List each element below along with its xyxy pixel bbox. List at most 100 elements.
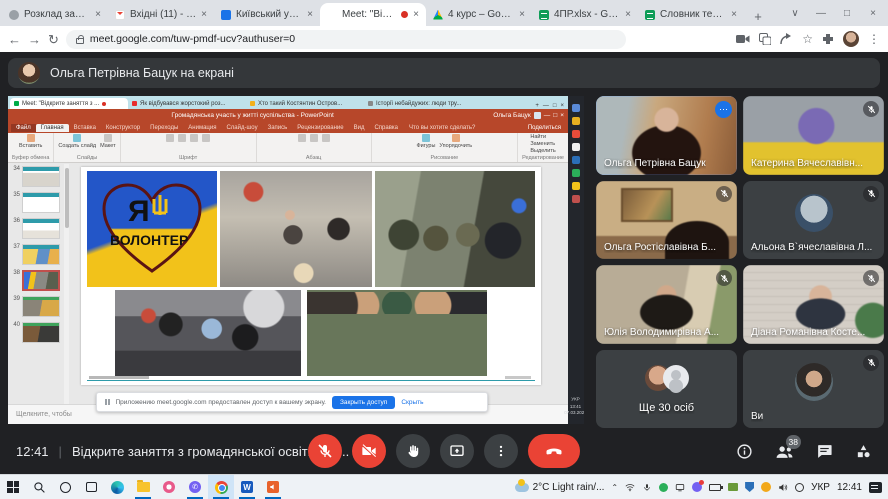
- forward-icon[interactable]: →: [28, 33, 41, 46]
- tile-olha-petrivna[interactable]: ⋯ Ольга Петрівна Бацук: [596, 96, 737, 175]
- tab-label: Вхідні (11) - m.b...: [130, 9, 196, 20]
- close-tab-icon[interactable]: ×: [625, 9, 631, 20]
- profile-avatar[interactable]: [843, 31, 859, 47]
- tile-diana[interactable]: Діана Романівна Косте...: [743, 265, 884, 344]
- close-tab-icon[interactable]: ×: [95, 9, 101, 20]
- tell-me-box: Что вы хотите сделать?: [409, 125, 475, 131]
- audio-app-taskbar-icon[interactable]: [260, 475, 286, 499]
- thumbnail-row-selected: 38: [10, 270, 62, 291]
- close-tab-icon[interactable]: ×: [731, 9, 737, 20]
- meeting-details-icon[interactable]: [736, 443, 753, 460]
- slide-photo-soldiers-aid: [375, 171, 535, 287]
- shared-screen[interactable]: Meet: "Відкрите заняття з ... Як відбува…: [8, 96, 584, 424]
- edge-taskbar-icon[interactable]: [104, 475, 130, 499]
- share-button: Поделиться: [528, 125, 565, 131]
- slide-thumbnail: [22, 296, 60, 317]
- tab-search-icon[interactable]: ∨: [782, 0, 808, 26]
- tile-overflow-participants[interactable]: Ще 30 осіб: [596, 350, 737, 429]
- battery-icon[interactable]: [709, 484, 721, 491]
- tile-alona[interactable]: Альона В`ячеславівна Л...: [743, 181, 884, 260]
- chat-icon[interactable]: [816, 443, 833, 460]
- close-tab-icon[interactable]: ×: [307, 9, 313, 20]
- pink-app-taskbar-icon[interactable]: [156, 475, 182, 499]
- weather-widget[interactable]: 2°C Light rain/...: [515, 482, 605, 493]
- ribbon-tab-help: Справка: [369, 124, 403, 132]
- green-app-tray-icon[interactable]: [659, 483, 668, 492]
- device-tray-icon[interactable]: [795, 483, 804, 492]
- tile-yuliia[interactable]: Юлія Володимирівна А...: [596, 265, 737, 344]
- display-settings-tray-icon[interactable]: [728, 483, 738, 491]
- tile-kateryna[interactable]: Катерина Вячеславівн...: [743, 96, 884, 175]
- start-button[interactable]: [0, 475, 26, 499]
- task-view-button[interactable]: [78, 475, 104, 499]
- powerpoint-user: Ольга Бацук — □ ×: [493, 112, 564, 119]
- more-options-button[interactable]: [484, 434, 518, 468]
- raise-hand-button[interactable]: [396, 434, 430, 468]
- chrome-menu-icon[interactable]: ⋮: [868, 32, 880, 46]
- language-indicator[interactable]: УКР: [811, 482, 830, 493]
- close-tab-icon[interactable]: ×: [413, 9, 419, 20]
- share-icon[interactable]: [780, 33, 793, 45]
- participant-grid: ⋯ Ольга Петрівна Бацук Катерина Вячеслав…: [596, 96, 884, 428]
- close-tab-icon[interactable]: ×: [201, 9, 207, 20]
- tab-university[interactable]: Київський уніве... ×: [214, 3, 320, 26]
- slide-thumbnails-panel: 34 35 36 37 38 39 40: [8, 164, 64, 404]
- activities-icon[interactable]: [855, 443, 872, 460]
- hidden-icons-chevron[interactable]: ⌃: [611, 483, 618, 492]
- cortana-button[interactable]: [52, 475, 78, 499]
- ribbon-tab-animations: Анимация: [183, 124, 221, 132]
- viber-tray-icon[interactable]: [692, 482, 702, 492]
- participant-name: Діана Романівна Косте...: [751, 327, 865, 338]
- taskbar-clock[interactable]: 12:41: [837, 482, 862, 493]
- bookmark-star-icon[interactable]: ☆: [802, 32, 813, 46]
- minimize-button[interactable]: —: [808, 0, 834, 26]
- notification-center-icon[interactable]: [869, 482, 882, 493]
- mic-mute-button[interactable]: [308, 434, 342, 468]
- tab-meet-active[interactable]: Meet: "Відкр... ×: [320, 3, 426, 26]
- tile-olha-rostyslavivna[interactable]: Ольга Ростіславівна Б...: [596, 181, 737, 260]
- search-button[interactable]: [26, 475, 52, 499]
- reload-icon[interactable]: ↻: [48, 33, 59, 46]
- tab-schedule[interactable]: Розклад занять ×: [2, 3, 108, 26]
- address-bar[interactable]: meet.google.com/tuw-pmdf-ucv?authuser=0: [66, 30, 626, 49]
- network-icon[interactable]: [625, 482, 635, 492]
- viber-taskbar-icon[interactable]: ✆: [182, 475, 208, 499]
- gmail-icon: [115, 10, 125, 20]
- ribbon-tab-slideshow: Слайд-шоу: [221, 124, 262, 132]
- tab-gmail[interactable]: Вхідні (11) - m.b... ×: [108, 3, 214, 26]
- orange-app-tray-icon[interactable]: [761, 482, 771, 492]
- mic-tray-icon[interactable]: [642, 482, 652, 492]
- edge-icon: [572, 104, 580, 112]
- chrome-taskbar-icon[interactable]: [208, 475, 234, 499]
- shared-tab-youtube: Як відбувався жорстокий роз...: [128, 98, 246, 109]
- volume-icon[interactable]: [778, 482, 788, 492]
- translate-icon[interactable]: [759, 33, 771, 45]
- camera-off-button[interactable]: [352, 434, 386, 468]
- extensions-puzzle-icon[interactable]: [822, 33, 834, 45]
- sync-tray-icon[interactable]: [675, 482, 685, 492]
- camera-indicator-icon[interactable]: [736, 34, 750, 44]
- present-screen-button[interactable]: [440, 434, 474, 468]
- end-call-button[interactable]: [528, 434, 580, 468]
- tile-options-icon[interactable]: ⋯: [715, 101, 732, 118]
- ribbon-tab-home: Главная: [36, 124, 69, 132]
- close-window-button[interactable]: ×: [860, 0, 886, 26]
- tile-you[interactable]: Ви: [743, 350, 884, 429]
- tab-glossary[interactable]: Словник термін... ×: [638, 3, 744, 26]
- security-shield-icon[interactable]: [745, 482, 754, 492]
- participants-icon[interactable]: 38: [775, 443, 794, 460]
- tab-sheets[interactable]: 4ПР.xlsx - Googl... ×: [532, 3, 638, 26]
- thumbnail-row: 37: [10, 244, 62, 265]
- tab-label: Хто такий Костянтин Остров...: [258, 101, 342, 107]
- file-explorer-taskbar-icon[interactable]: [130, 475, 156, 499]
- new-tab-button[interactable]: +: [748, 6, 768, 26]
- back-icon[interactable]: ←: [8, 33, 21, 46]
- word-taskbar-icon[interactable]: W: [234, 475, 260, 499]
- stop-sharing-button: Закрыть доступ: [332, 396, 395, 409]
- maximize-button[interactable]: □: [834, 0, 860, 26]
- close-tab-icon[interactable]: ×: [519, 9, 525, 20]
- tab-drive[interactable]: 4 курс – Google ×: [426, 3, 532, 26]
- tab-label: Київський уніве...: [236, 9, 302, 20]
- windows-taskbar: ✆ W 2°C Light rain/... ⌃ УКР 12:41: [0, 474, 888, 499]
- mic-muted-icon: [863, 186, 879, 202]
